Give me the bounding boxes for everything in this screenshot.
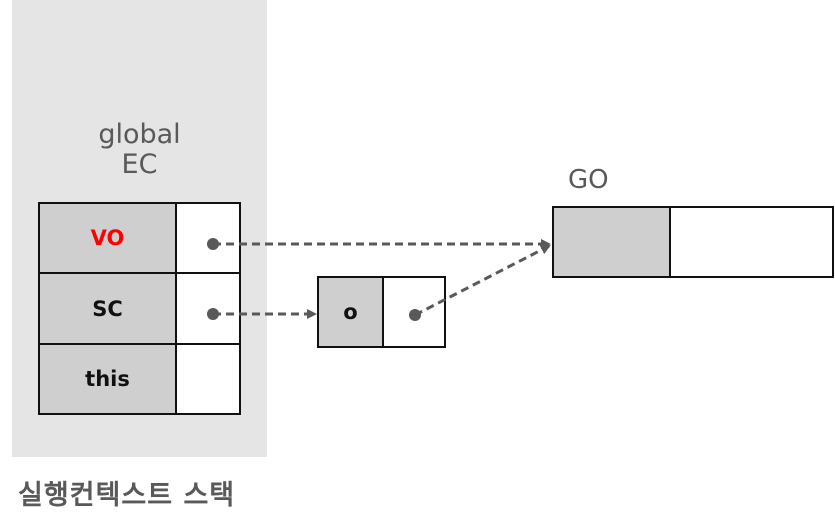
o-to-go-pointer — [409, 244, 551, 321]
vo-to-go-pointer — [207, 238, 551, 250]
o-pointer-line — [414, 244, 551, 317]
pointer-arrows — [207, 238, 551, 321]
sc-to-o-pointer — [207, 308, 317, 320]
